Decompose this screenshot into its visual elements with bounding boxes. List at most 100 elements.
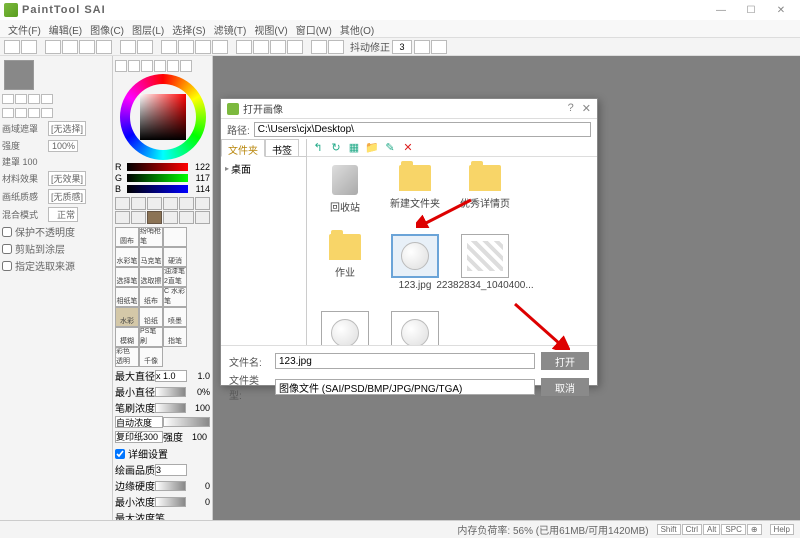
blue-slider[interactable] xyxy=(127,185,188,193)
density-slider[interactable] xyxy=(155,403,186,413)
refresh-icon[interactable]: ↻ xyxy=(329,141,343,155)
layer-swatch[interactable] xyxy=(15,108,27,118)
max-unit-input[interactable] xyxy=(155,370,187,382)
tool-btn[interactable] xyxy=(431,40,447,54)
texture-select[interactable]: [无质感] xyxy=(48,189,86,204)
brush-item[interactable]: 铅纸 xyxy=(139,307,163,327)
layer-swatch[interactable] xyxy=(28,94,40,104)
auto-preset[interactable] xyxy=(115,416,163,428)
menu-other[interactable]: 其他(O) xyxy=(336,20,378,37)
auto-slider[interactable] xyxy=(163,417,210,427)
brush-item[interactable]: 选取擦 xyxy=(139,267,163,287)
bg-color[interactable] xyxy=(163,211,178,224)
brush-item[interactable]: 纷哨枪 笔 xyxy=(139,227,163,247)
layer-swatch[interactable] xyxy=(41,108,53,118)
menu-edit[interactable]: 编辑(E) xyxy=(45,20,86,37)
tool-btn[interactable] xyxy=(161,40,177,54)
layer-swatch[interactable] xyxy=(28,108,40,118)
view-icon[interactable]: ▦ xyxy=(347,141,361,155)
wand-tool[interactable] xyxy=(147,197,162,210)
tab-folders[interactable]: 文件夹 xyxy=(221,139,265,157)
brush-item[interactable]: 油漆笔 2直笔 xyxy=(163,267,187,287)
select-tool[interactable] xyxy=(115,197,130,210)
menu-window[interactable]: 窗口(W) xyxy=(292,20,336,37)
file-image[interactable] xyxy=(385,311,445,345)
tool-btn[interactable] xyxy=(236,40,252,54)
tool-btn[interactable] xyxy=(270,40,286,54)
brush-item[interactable]: 圆布 xyxy=(115,227,139,247)
select-source-checkbox[interactable] xyxy=(2,261,12,271)
cancel-button[interactable]: 取消 xyxy=(541,378,589,396)
tool-btn[interactable] xyxy=(96,40,112,54)
color-mode-icon[interactable] xyxy=(167,60,179,72)
brush-item[interactable]: 马克笔 xyxy=(139,247,163,267)
filetype-select[interactable] xyxy=(275,379,535,395)
brush-item[interactable]: 水彩笔 xyxy=(115,247,139,267)
tool-btn[interactable] xyxy=(212,40,228,54)
brush-item[interactable]: 指笔 彩色 透明 xyxy=(115,347,139,367)
tool-btn[interactable] xyxy=(253,40,269,54)
eyedrop-tool[interactable] xyxy=(131,211,146,224)
opacity-value[interactable]: 100% xyxy=(48,140,78,152)
swap-color-icon[interactable] xyxy=(179,211,194,224)
color-square[interactable] xyxy=(140,94,186,140)
tool-btn[interactable] xyxy=(120,40,136,54)
zoom-tool[interactable] xyxy=(179,197,194,210)
stabilizer-input[interactable] xyxy=(392,40,412,54)
hand-tool[interactable] xyxy=(115,211,130,224)
lasso-tool[interactable] xyxy=(131,197,146,210)
tree-item-desktop[interactable]: 桌面 xyxy=(225,161,302,176)
menu-file[interactable]: 文件(F) xyxy=(4,20,45,37)
tool-btn[interactable] xyxy=(178,40,194,54)
brush-item[interactable]: 模糊 xyxy=(115,327,139,347)
file-folder[interactable]: 新建文件夹 xyxy=(385,165,445,214)
color-mode-icon[interactable] xyxy=(141,60,153,72)
delete-icon[interactable]: ✕ xyxy=(401,141,415,155)
color-mode-icon[interactable] xyxy=(115,60,127,72)
tool-btn[interactable] xyxy=(195,40,211,54)
minimize-button[interactable]: — xyxy=(706,1,736,19)
protect-alpha-checkbox[interactable] xyxy=(2,227,12,237)
layer-swatch[interactable] xyxy=(15,94,27,104)
tool-btn[interactable] xyxy=(328,40,344,54)
green-slider[interactable] xyxy=(127,174,188,182)
paper-preset[interactable] xyxy=(115,431,163,443)
path-input[interactable] xyxy=(254,122,591,137)
newfolder-icon[interactable]: 📁 xyxy=(365,141,379,155)
color-mode-icon[interactable] xyxy=(128,60,140,72)
file-recycle-bin[interactable]: 回收站 xyxy=(315,165,375,214)
material-select[interactable]: [无效果] xyxy=(48,171,86,186)
mask-select[interactable]: [无选择] xyxy=(48,121,86,136)
tool-btn[interactable] xyxy=(21,40,37,54)
edge-slider[interactable] xyxy=(155,481,186,491)
brush-item[interactable]: PS笔刷 xyxy=(139,327,163,347)
tool-btn[interactable] xyxy=(79,40,95,54)
filename-input[interactable] xyxy=(275,353,535,369)
move-tool[interactable] xyxy=(163,197,178,210)
tool-btn[interactable] xyxy=(45,40,61,54)
dialog-close-button[interactable]: ✕ xyxy=(582,102,591,115)
layer-swatch[interactable] xyxy=(2,94,14,104)
edit-icon[interactable]: ✎ xyxy=(383,141,397,155)
help-button[interactable]: Help xyxy=(770,524,794,535)
quality-input[interactable] xyxy=(155,464,187,476)
min-slider[interactable] xyxy=(155,387,186,397)
menu-select[interactable]: 选择(S) xyxy=(168,20,209,37)
detail-checkbox[interactable] xyxy=(115,449,125,459)
color-wheel[interactable] xyxy=(120,74,206,160)
blend-select[interactable]: 正常 xyxy=(48,207,78,222)
dialog-help-button[interactable]: ? xyxy=(568,102,574,115)
brush-item[interactable]: 千像 xyxy=(139,347,163,367)
brush-item[interactable]: 选择笔 xyxy=(115,267,139,287)
color-mode-icon[interactable] xyxy=(180,60,192,72)
nav-back-icon[interactable]: ↰ xyxy=(311,141,325,155)
file-folder[interactable]: 作业 xyxy=(315,234,375,291)
clip-layer-checkbox[interactable] xyxy=(2,244,12,254)
file-folder[interactable]: 优秀详情页 xyxy=(455,165,515,214)
tab-bookmarks[interactable]: 书签 xyxy=(265,139,299,156)
brush-item[interactable]: 相纸笔 xyxy=(115,287,139,307)
red-slider[interactable] xyxy=(127,163,188,171)
file-image[interactable]: 22382834_1040400... xyxy=(455,234,515,291)
fg-color[interactable] xyxy=(147,211,162,224)
brush-item[interactable]: 喷墨 xyxy=(163,307,187,327)
